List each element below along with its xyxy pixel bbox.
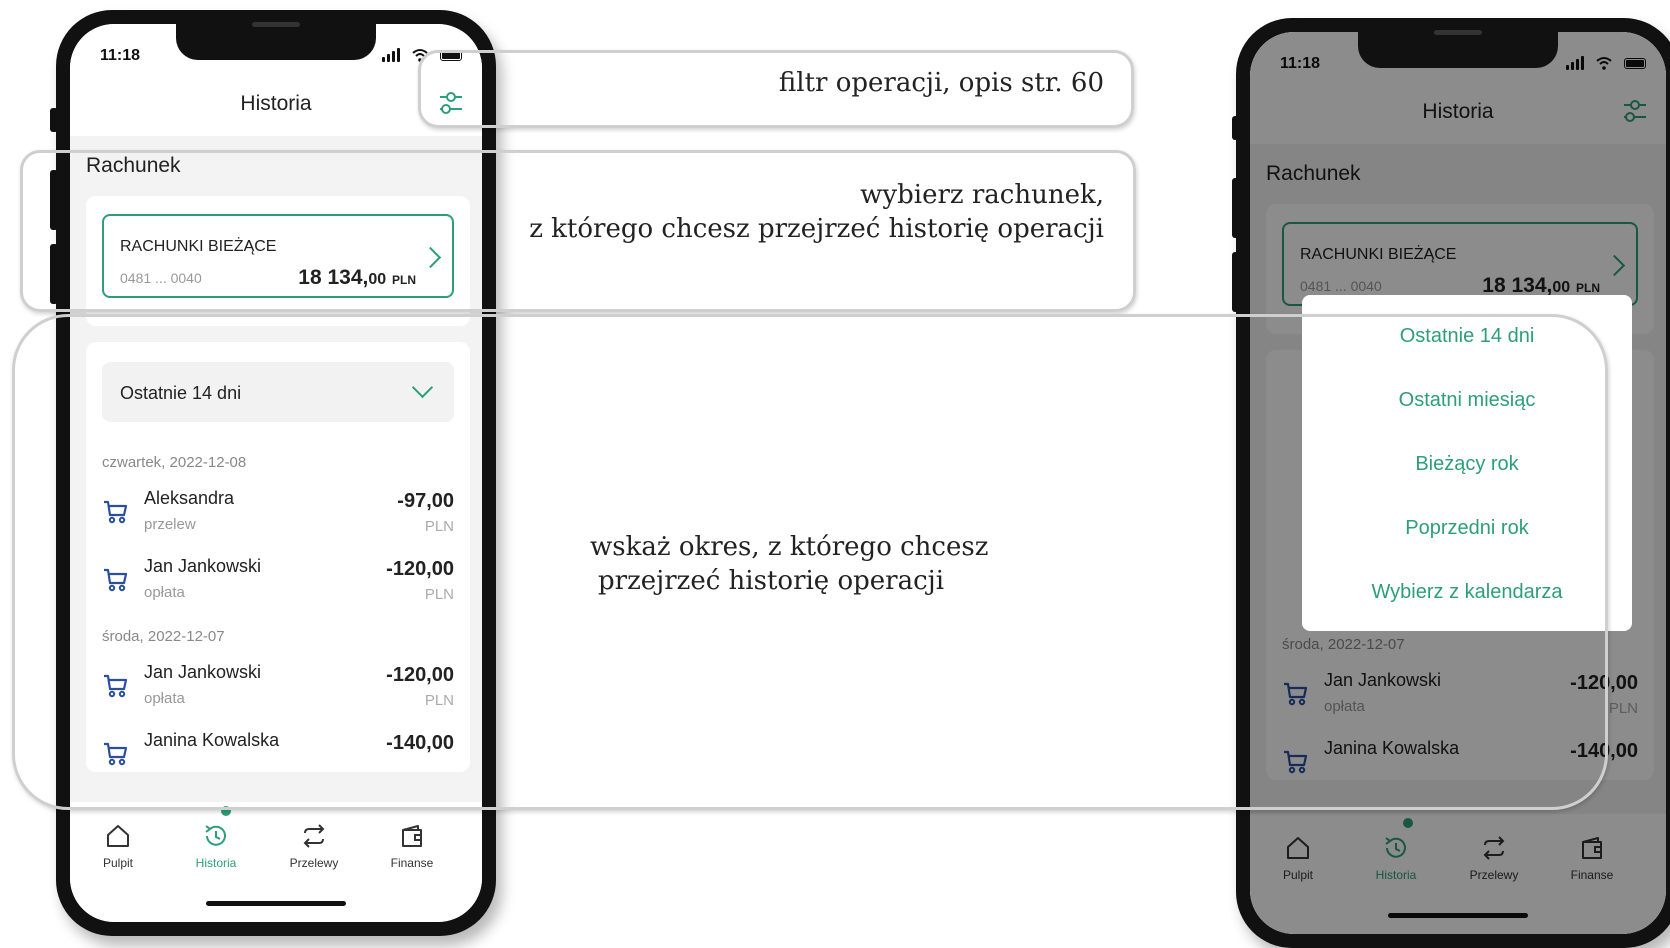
transfer-icon	[303, 824, 325, 848]
bottom-nav: Pulpit Historia Przelewy Finanse	[70, 802, 482, 922]
nav-pulpit[interactable]: Pulpit	[78, 822, 158, 882]
signal-icon	[397, 48, 400, 62]
signal-icon	[392, 51, 395, 62]
nav-label: Historia	[195, 856, 237, 870]
callout-period-line1: wskaż okres, z którego chcesz	[590, 532, 989, 562]
home-indicator	[206, 901, 346, 906]
callout-filter-text: filtr operacji, opis str. 60	[778, 68, 1104, 98]
finance-icon	[402, 825, 422, 847]
signal-icon	[382, 57, 385, 62]
nav-label: Przelewy	[289, 856, 339, 870]
phone-notch	[176, 10, 376, 60]
nav-historia[interactable]: Historia	[176, 822, 256, 882]
status-time: 11:18	[100, 47, 141, 64]
phone-notch	[1358, 18, 1558, 68]
callout-period-text: wskaż okres, z którego chcesz przejrzeć …	[590, 530, 988, 598]
home-icon	[107, 825, 129, 847]
callout-period-line2: przejrzeć historię operacji	[598, 566, 945, 596]
nav-label: Finanse	[390, 856, 434, 870]
signal-icon	[387, 54, 390, 62]
nav-przelewy[interactable]: Przelewy	[274, 822, 354, 882]
nav-label: Pulpit	[102, 856, 134, 870]
callout-account-line1: wybierz rachunek,	[860, 180, 1104, 210]
callout-account-line2: z którego chcesz przejrzeć historię oper…	[529, 214, 1104, 244]
history-icon	[205, 825, 226, 846]
nav-finanse[interactable]: Finanse	[372, 822, 452, 882]
callout-account-text: wybierz rachunek, z którego chcesz przej…	[529, 178, 1104, 246]
